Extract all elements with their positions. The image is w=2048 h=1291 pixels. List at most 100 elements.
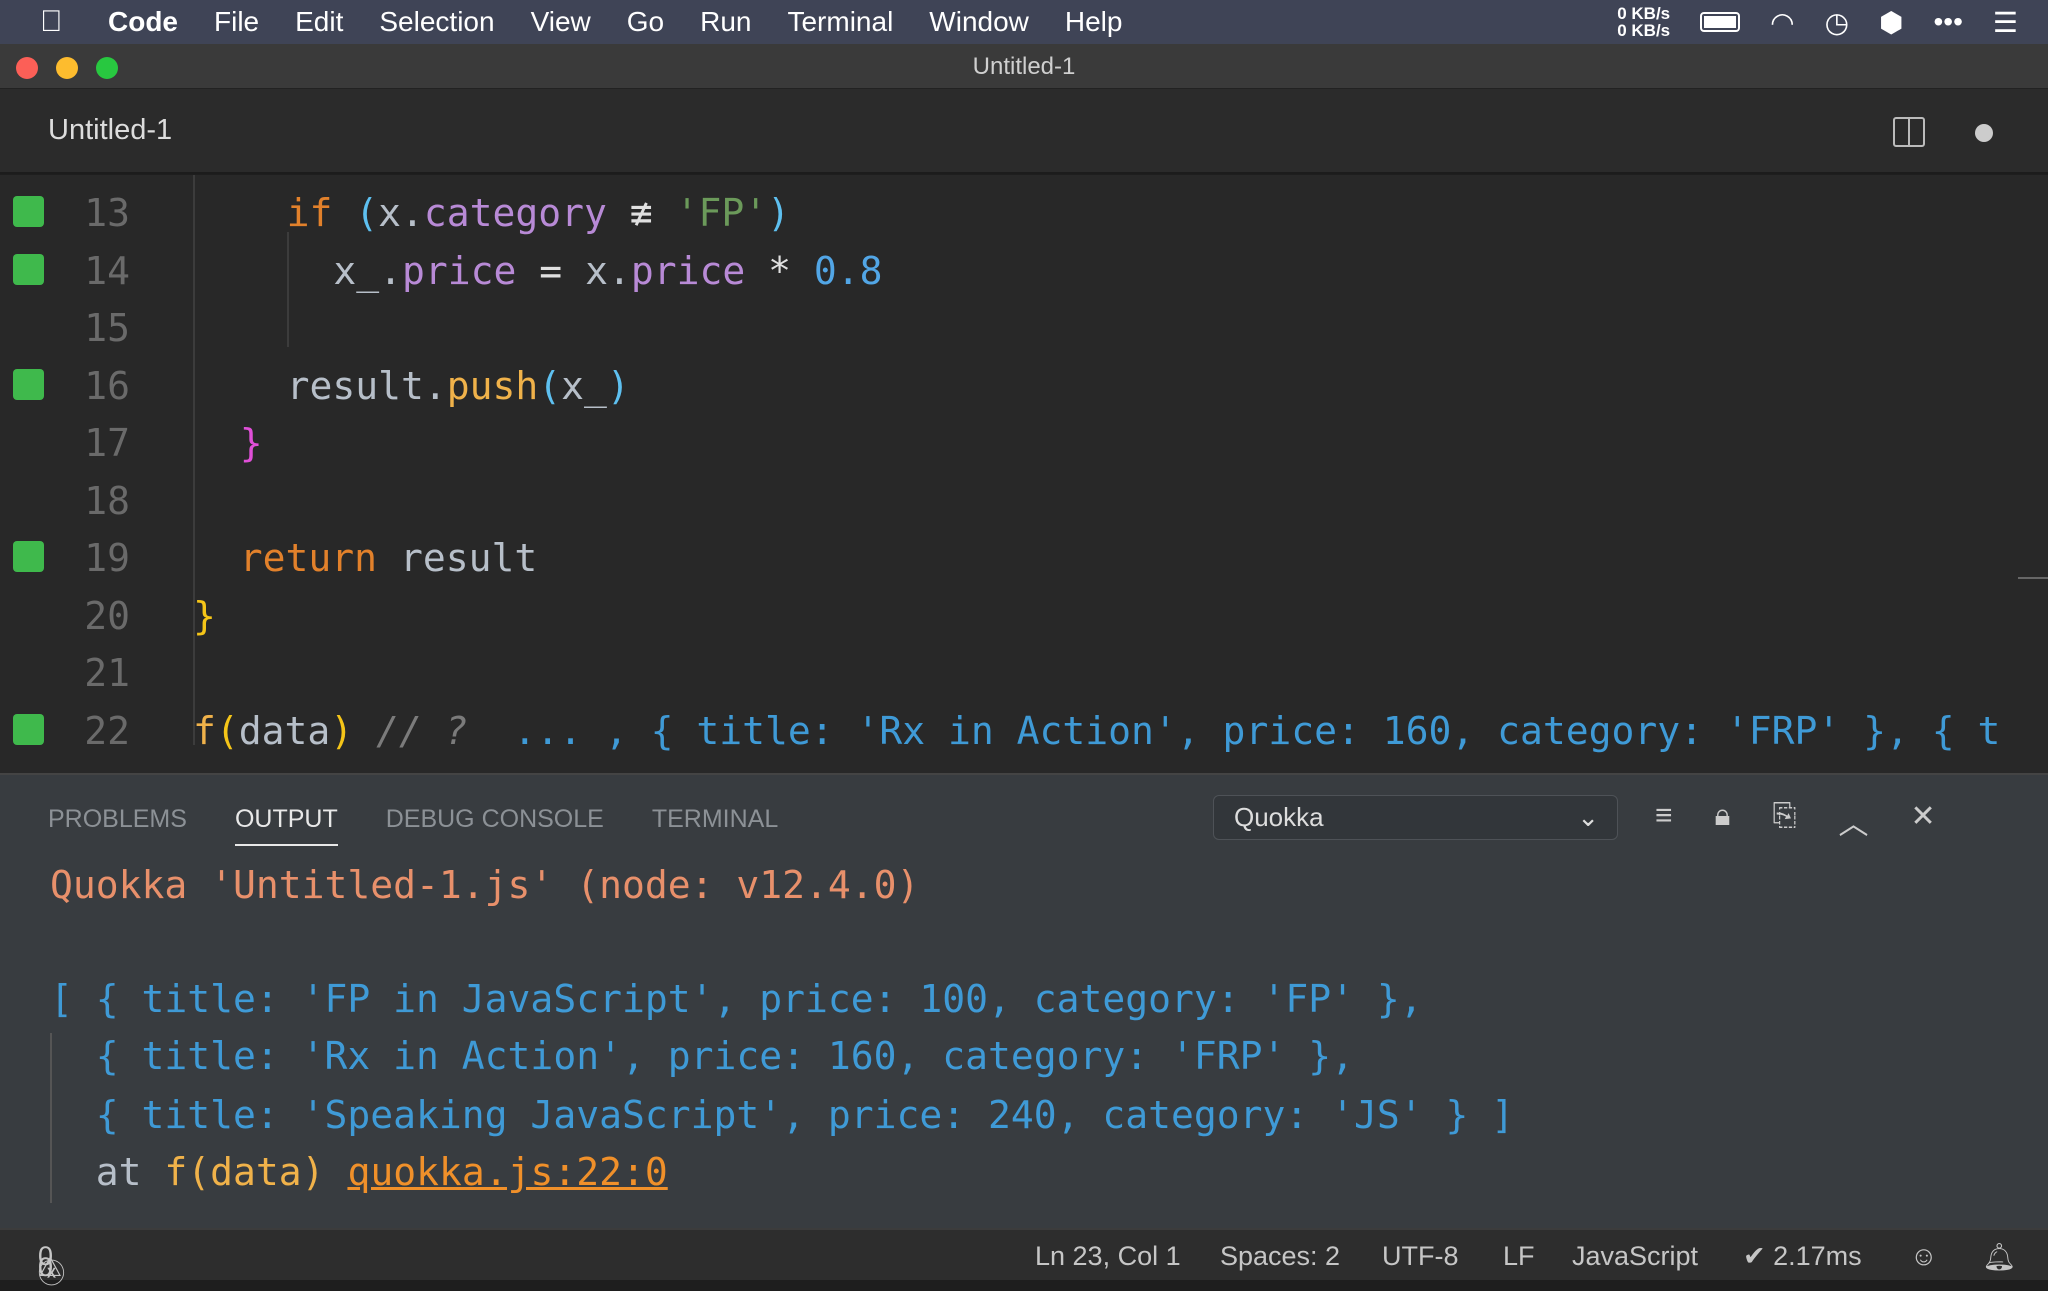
menu-go[interactable]: Go — [627, 6, 664, 38]
code-text: f(data) // ? ... , { title: 'Rx in Actio… — [193, 709, 2000, 753]
line-number: 16 — [84, 363, 130, 408]
title-bar: Untitled-1 — [0, 44, 2048, 89]
coverage-marker — [13, 253, 44, 285]
code-line[interactable]: 15 — [0, 300, 2048, 357]
menu-run[interactable]: Run — [700, 6, 751, 38]
code-line[interactable]: 18 — [0, 473, 2048, 530]
menu-help[interactable]: Help — [1065, 6, 1123, 38]
tab-untitled-1[interactable]: Untitled-1 — [48, 114, 172, 147]
app-icon[interactable]: ⬢ — [1879, 6, 1903, 39]
code-line[interactable]: 17} — [0, 415, 2048, 472]
menu-selection[interactable]: Selection — [379, 6, 494, 38]
code-token: x_ — [561, 363, 607, 408]
problems-indicator[interactable]: ⓧ 0 ⚠ 0 — [38, 1241, 65, 1289]
bell-icon[interactable]: 🔔︎ — [1982, 1241, 2016, 1273]
unsaved-dot-icon[interactable] — [1975, 124, 1993, 142]
wifi-icon[interactable]: ◠ — [1770, 6, 1794, 39]
output-location: at f(data) quokka.js:22:0 — [50, 1150, 668, 1194]
line-ending[interactable]: LF — [1503, 1241, 1535, 1272]
code-token: ( — [355, 191, 379, 235]
code-token: ( — [538, 363, 562, 408]
feedback-icon[interactable]: ☺ — [1910, 1241, 1938, 1272]
at-prefix: at — [50, 1150, 165, 1194]
source-link[interactable]: quokka.js:22:0 — [347, 1150, 667, 1194]
lock-icon[interactable]: 🔒︎ — [1715, 799, 1731, 843]
close-panel-icon[interactable]: ✕ — [1910, 799, 1935, 843]
menu-view[interactable]: View — [531, 6, 591, 38]
apple-icon[interactable]:  — [40, 5, 80, 39]
tab-terminal[interactable]: TERMINAL — [652, 805, 778, 846]
window-title: Untitled-1 — [972, 53, 1076, 80]
code-text: return result — [240, 536, 537, 580]
minimize-window-button[interactable] — [56, 57, 78, 79]
zoom-window-button[interactable] — [96, 57, 118, 79]
cursor-position[interactable]: Ln 23, Col 1 — [1035, 1241, 1181, 1272]
menu-edit[interactable]: Edit — [295, 6, 343, 38]
code-token: x. — [585, 248, 631, 293]
code-token: ) — [606, 363, 630, 408]
code-token: x. — [378, 191, 424, 235]
split-editor-icon[interactable] — [1893, 117, 1925, 147]
menu-code[interactable]: Code — [108, 6, 178, 38]
code-line[interactable]: 21 — [0, 645, 2048, 702]
code-token: x_. — [333, 248, 403, 293]
tab-debug-console[interactable]: DEBUG CONSOLE — [386, 805, 604, 846]
line-number: 18 — [84, 478, 130, 523]
output-line: { title: 'Rx in Action', price: 160, cat… — [50, 1034, 1355, 1078]
indentation[interactable]: Spaces: 2 — [1220, 1241, 1340, 1272]
tab-output[interactable]: OUTPUT — [234, 805, 338, 846]
code-token: data — [238, 708, 331, 753]
maximize-panel-icon[interactable]: ︿ — [1838, 799, 1868, 843]
tab-bar: Untitled-1 — [0, 89, 2048, 174]
encoding[interactable]: UTF-8 — [1382, 1241, 1459, 1272]
menu-bar:  Code File Edit Selection View Go Run T… — [0, 0, 2048, 44]
code-token: price — [630, 248, 746, 293]
close-window-button[interactable] — [16, 57, 38, 79]
code-text: result.push(x_) — [287, 364, 630, 408]
code-line[interactable]: 14 x_.price = x.price * 0.8 — [0, 243, 2048, 300]
code-token: ≢ — [606, 191, 676, 235]
more-icon[interactable]: ••• — [1933, 6, 1962, 38]
coverage-marker — [13, 368, 44, 400]
code-token: category — [423, 191, 607, 235]
list-icon[interactable]: ☰ — [1993, 6, 2018, 39]
code-token: = — [516, 248, 586, 293]
code-token: if — [286, 191, 333, 235]
menu-terminal[interactable]: Terminal — [787, 6, 893, 38]
battery-icon[interactable] — [1700, 12, 1741, 32]
code-line[interactable]: 19 return result — [0, 530, 2048, 587]
line-number: 14 — [84, 248, 130, 293]
code-token: return — [239, 536, 378, 580]
code-token: 0.8 — [813, 248, 883, 293]
clear-output-icon[interactable]: ≡ — [1655, 799, 1673, 843]
quokka-header: Quokka 'Untitled-1.js' (node: v12.4.0) — [50, 863, 920, 907]
code-token: ) — [767, 191, 790, 235]
network-monitor[interactable]: 0 KB/s 0 KB/s — [1617, 5, 1670, 39]
code-line[interactable]: 22 f(data) // ? ... , { title: 'Rx in Act… — [0, 703, 2048, 760]
code-token: } — [193, 593, 216, 638]
open-log-icon[interactable]: ⎘ — [1772, 799, 1796, 843]
chevron-down-icon: ⌄ — [1577, 802, 1599, 832]
line-number: 21 — [84, 651, 130, 695]
code-token: push — [446, 363, 539, 408]
code-line[interactable]: 20} — [0, 588, 2048, 645]
output-line: { title: 'Speaking JavaScript', price: 2… — [50, 1093, 1515, 1137]
code-text: } — [240, 421, 263, 465]
code-token: ( — [215, 708, 239, 753]
code-line[interactable]: 13 if (x.category ≢ 'FP') — [0, 185, 2048, 242]
channel-value: Quokka — [1234, 802, 1324, 832]
output-channel-select[interactable]: Quokka ⌄ — [1213, 795, 1618, 840]
menu-window[interactable]: Window — [929, 6, 1029, 38]
menu-file[interactable]: File — [214, 6, 259, 38]
clock-icon[interactable]: ◷ — [1825, 6, 1849, 39]
code-line[interactable]: 16 result.push(x_) — [0, 358, 2048, 415]
line-number: 19 — [84, 536, 130, 580]
at-function: f(data) — [164, 1150, 325, 1194]
tab-problems[interactable]: PROBLEMS — [48, 805, 187, 846]
line-number: 22 — [84, 708, 130, 753]
quokka-timing[interactable]: ✔ 2.17ms — [1743, 1241, 1862, 1272]
code-text: } — [193, 594, 216, 638]
code-editor[interactable]: 13 if (x.category ≢ 'FP') 14 x_. price = x. p… — [0, 175, 2048, 773]
language-mode[interactable]: JavaScript — [1572, 1241, 1698, 1272]
